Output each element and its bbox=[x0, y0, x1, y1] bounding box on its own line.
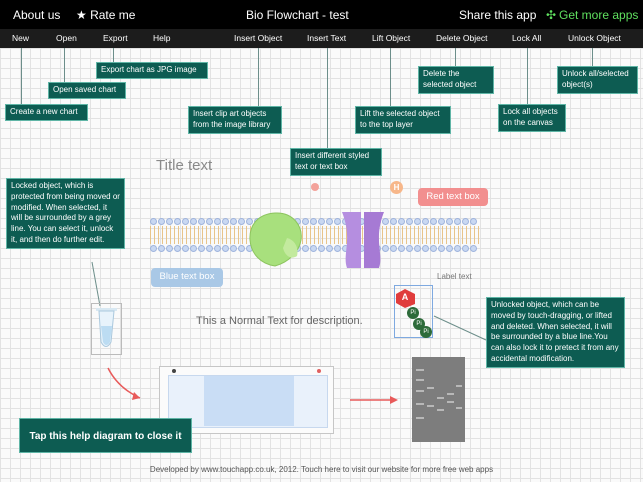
phospholipid-head bbox=[470, 218, 477, 225]
phospholipid-head bbox=[222, 218, 229, 225]
phospholipid-head bbox=[470, 245, 477, 252]
arrow-head bbox=[390, 396, 398, 404]
phospholipid-head bbox=[454, 218, 461, 225]
label-text[interactable]: Label text bbox=[437, 272, 472, 281]
phospholipid-head bbox=[206, 218, 213, 225]
phospholipid-head bbox=[326, 218, 333, 225]
phospholipid-head bbox=[422, 218, 429, 225]
phospholipid-head bbox=[214, 245, 221, 252]
test-tube-icon bbox=[96, 308, 117, 347]
phospholipid-head bbox=[182, 245, 189, 252]
phospholipid-head bbox=[462, 218, 469, 225]
phospholipid-head bbox=[158, 218, 165, 225]
connector-line bbox=[433, 315, 487, 341]
red-dot-object[interactable] bbox=[311, 183, 319, 191]
gel-slab bbox=[204, 376, 294, 426]
phospholipid-head bbox=[182, 218, 189, 225]
phospholipid-head bbox=[198, 245, 205, 252]
positive-electrode-icon bbox=[317, 369, 321, 373]
phospholipid-head bbox=[150, 245, 157, 252]
title-text[interactable]: Title text bbox=[156, 157, 212, 174]
membrane-bottom-heads bbox=[150, 245, 477, 253]
phospholipid-head bbox=[198, 218, 205, 225]
phospholipid-head bbox=[174, 245, 181, 252]
atp-label: A bbox=[401, 292, 409, 302]
phosphate-icon: Pi bbox=[420, 326, 432, 338]
phospholipid-head bbox=[446, 218, 453, 225]
phospholipid-head bbox=[318, 218, 325, 225]
phospholipid-head bbox=[166, 218, 173, 225]
phospholipid-head bbox=[238, 218, 245, 225]
phospholipid-head bbox=[190, 218, 197, 225]
arrow-head bbox=[132, 392, 140, 400]
test-tube-object-locked[interactable] bbox=[91, 303, 122, 355]
phospholipid-head bbox=[414, 218, 421, 225]
phospholipid-head bbox=[190, 245, 197, 252]
phospholipid-head bbox=[174, 218, 181, 225]
hydrogen-ion-icon[interactable]: H bbox=[390, 181, 403, 194]
blue-text-box[interactable]: Blue text box bbox=[151, 268, 223, 287]
phospholipid-head bbox=[398, 245, 405, 252]
phospholipid-head bbox=[158, 245, 165, 252]
phospholipid-head bbox=[214, 218, 221, 225]
phospholipid-head bbox=[438, 218, 445, 225]
phospholipid-head bbox=[310, 218, 317, 225]
phospholipid-head bbox=[326, 245, 333, 252]
phospholipid-head bbox=[206, 245, 213, 252]
phospholipid-head bbox=[222, 245, 229, 252]
phospholipid-head bbox=[406, 245, 413, 252]
connector-line bbox=[91, 261, 101, 307]
phospholipid-head bbox=[390, 218, 397, 225]
phospholipid-head bbox=[430, 245, 437, 252]
close-help-button[interactable]: Tap this help diagram to close it bbox=[19, 418, 192, 453]
gel-image-icon[interactable] bbox=[412, 357, 465, 442]
phospholipid-head bbox=[230, 245, 237, 252]
phospholipid-head bbox=[238, 245, 245, 252]
phospholipid-head bbox=[166, 245, 173, 252]
phospholipid-head bbox=[390, 245, 397, 252]
membrane-top-heads bbox=[150, 218, 477, 226]
footer-link[interactable]: Developed by www.touchapp.co.uk, 2012. T… bbox=[0, 465, 643, 474]
red-text-box[interactable]: Red text box bbox=[418, 188, 488, 206]
phospholipid-head bbox=[398, 218, 405, 225]
membrane-tails bbox=[150, 226, 480, 244]
negative-electrode-icon bbox=[172, 369, 176, 373]
phospholipid-head bbox=[310, 245, 317, 252]
phospholipid-head bbox=[150, 218, 157, 225]
normal-text[interactable]: This a Normal Text for description. bbox=[196, 315, 363, 327]
phospholipid-head bbox=[446, 245, 453, 252]
phospholipid-head bbox=[318, 245, 325, 252]
green-protein-icon[interactable] bbox=[247, 210, 305, 268]
ion-channel-icon[interactable] bbox=[339, 210, 387, 270]
phospholipid-head bbox=[438, 245, 445, 252]
phospholipid-head bbox=[454, 245, 461, 252]
phospholipid-head bbox=[422, 245, 429, 252]
phospholipid-head bbox=[462, 245, 469, 252]
phospholipid-head bbox=[230, 218, 237, 225]
phospholipid-head bbox=[414, 245, 421, 252]
phospholipid-head bbox=[406, 218, 413, 225]
phospholipid-head bbox=[430, 218, 437, 225]
